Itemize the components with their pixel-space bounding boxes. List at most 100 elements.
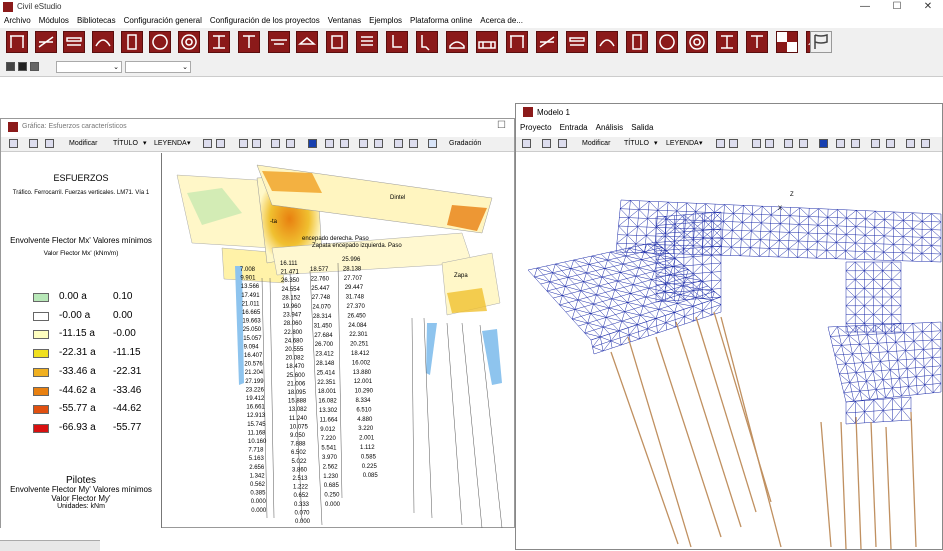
portal-icon[interactable] — [716, 31, 738, 53]
view-top-icon[interactable] — [271, 139, 280, 148]
model-select[interactable]: ⌄ — [125, 61, 191, 73]
title-button[interactable]: TÍTULO — [113, 139, 138, 149]
pan-icon[interactable] — [340, 139, 349, 148]
legend-dropdown-icon[interactable]: ▾ — [187, 139, 191, 149]
minimize-button[interactable]: — — [850, 0, 880, 14]
pile-icon[interactable] — [506, 31, 528, 53]
maximize-button[interactable]: ☐ — [882, 0, 912, 14]
view-top-icon[interactable] — [784, 139, 793, 148]
modify-button[interactable]: Modificar — [582, 139, 610, 149]
abutment-icon[interactable] — [416, 31, 438, 53]
pan-icon[interactable] — [851, 139, 860, 148]
deck-girder-icon[interactable] — [686, 31, 708, 53]
panel-icon[interactable] — [30, 62, 39, 71]
view-front-icon[interactable] — [716, 139, 725, 148]
arch-icon[interactable] — [92, 31, 114, 53]
menu-ejemplos[interactable]: Ejemplos — [365, 14, 406, 28]
view-3d-icon[interactable] — [819, 139, 828, 148]
mesh-edge — [683, 278, 686, 286]
view-back-icon[interactable] — [729, 139, 738, 148]
girder-icon[interactable] — [268, 31, 290, 53]
print-icon[interactable] — [542, 139, 551, 148]
legend-button[interactable]: LEYENDA — [666, 139, 699, 149]
legend-button[interactable]: LEYENDA — [154, 139, 187, 149]
move-icon[interactable] — [325, 139, 334, 148]
preview-icon[interactable] — [558, 139, 567, 148]
view-iso-icon[interactable] — [286, 139, 295, 148]
rotate-right-icon[interactable] — [374, 139, 383, 148]
flag-icon[interactable] — [810, 31, 832, 53]
menu-analisis[interactable]: Análisis — [592, 121, 628, 134]
view-iso-icon[interactable] — [799, 139, 808, 148]
minimized-window-stub[interactable] — [0, 540, 100, 551]
truss-icon[interactable] — [626, 31, 648, 53]
model-window-title-bar[interactable]: Modelo 1 — [516, 104, 942, 120]
layout-icon[interactable] — [6, 62, 15, 71]
t-beam-icon[interactable] — [238, 31, 260, 53]
edit-icon[interactable] — [906, 139, 915, 148]
mesh-edge — [769, 240, 779, 248]
pencil-icon[interactable] — [409, 139, 418, 148]
menu-proyecto[interactable]: Proyecto — [516, 121, 556, 134]
edit-icon[interactable] — [394, 139, 403, 148]
save-icon[interactable] — [522, 139, 531, 148]
legend-dropdown-icon[interactable]: ▾ — [699, 139, 703, 149]
view-left-icon[interactable] — [752, 139, 761, 148]
menu-bibliotecas[interactable]: Bibliotecas — [73, 14, 120, 28]
menu-ventanas[interactable]: Ventanas — [324, 14, 365, 28]
modify-button[interactable]: Modificar — [69, 139, 97, 149]
wall-icon[interactable] — [326, 31, 348, 53]
project-select[interactable]: ⌄ — [56, 61, 122, 73]
view-front-icon[interactable] — [203, 139, 212, 148]
rotate-left-icon[interactable] — [359, 139, 368, 148]
retaining-wall-icon[interactable] — [386, 31, 408, 53]
preview-icon[interactable] — [45, 139, 54, 148]
rotate-right-icon[interactable] — [886, 139, 895, 148]
gradation-icon[interactable] — [428, 139, 437, 148]
menu-acerca-de[interactable]: Acerca de... — [476, 14, 527, 28]
print-icon[interactable] — [29, 139, 38, 148]
i-beam-icon[interactable] — [208, 31, 230, 53]
title-button[interactable]: TÍTULO — [624, 139, 649, 149]
circle-section-icon[interactable] — [149, 31, 171, 53]
hollow-circle-icon[interactable] — [178, 31, 200, 53]
pier-icon[interactable] — [536, 31, 558, 53]
menu-salida[interactable]: Salida — [627, 121, 657, 134]
box-culvert-icon[interactable] — [476, 31, 498, 53]
grid-icon[interactable] — [356, 31, 378, 53]
view-left-icon[interactable] — [239, 139, 248, 148]
menu-modulos[interactable]: Módulos — [35, 14, 73, 28]
menu-plataforma-online[interactable]: Plataforma online — [406, 14, 476, 28]
column-icon[interactable] — [121, 31, 143, 53]
hammerhead-icon[interactable] — [566, 31, 588, 53]
view-3d-icon[interactable] — [308, 139, 317, 148]
arch-bridge-icon[interactable] — [656, 31, 678, 53]
bridge-icon[interactable] — [35, 31, 57, 53]
rotate-left-icon[interactable] — [871, 139, 880, 148]
culvert-icon[interactable] — [446, 31, 468, 53]
tripod-icon[interactable] — [746, 31, 768, 53]
move-icon[interactable] — [836, 139, 845, 148]
close-button[interactable]: ✕ — [913, 0, 943, 14]
save-icon[interactable] — [9, 139, 18, 148]
title-dropdown-icon[interactable]: ▾ — [654, 139, 658, 149]
mesh-edge — [628, 294, 631, 303]
view-right-icon[interactable] — [252, 139, 261, 148]
view-right-icon[interactable] — [765, 139, 774, 148]
view-back-icon[interactable] — [216, 139, 225, 148]
menu-configuracion-general[interactable]: Configuración general — [120, 14, 206, 28]
frame-icon[interactable] — [6, 31, 28, 53]
pencil-icon[interactable] — [921, 139, 930, 148]
pier-cap-icon[interactable] — [596, 31, 618, 53]
menu-entrada[interactable]: Entrada — [556, 121, 592, 134]
maximize-icon[interactable]: ☐ — [497, 120, 506, 131]
menu-configuracion-proyectos[interactable]: Configuración de los proyectos — [206, 14, 324, 28]
gradation-button[interactable]: Gradación — [449, 139, 481, 149]
title-dropdown-icon[interactable]: ▾ — [143, 139, 147, 149]
checker-icon[interactable] — [776, 31, 798, 53]
slab-icon[interactable] — [63, 31, 85, 53]
grid-view-icon[interactable] — [18, 62, 27, 71]
deck-icon[interactable] — [296, 31, 318, 53]
chart-window-title-bar[interactable]: Gráfica: Esfuerzos característicos ☐ — [1, 119, 514, 135]
menu-archivo[interactable]: Archivo — [0, 14, 35, 28]
